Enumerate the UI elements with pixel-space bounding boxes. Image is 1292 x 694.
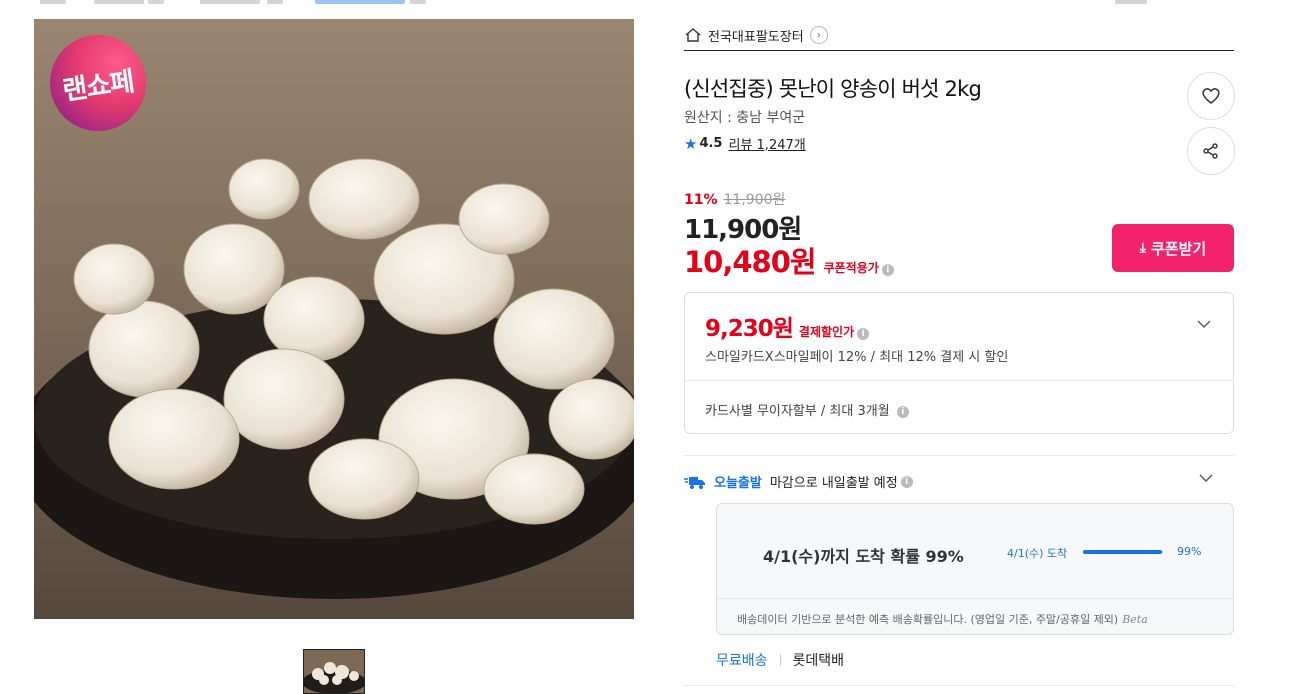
chevron-down-icon[interactable]: [1197, 317, 1211, 331]
carrier-name: 롯데택배: [792, 653, 845, 669]
info-icon[interactable]: i: [900, 475, 913, 488]
delivery-prediction-box: 4/1(수)까지 도착 확률 99% 4/1(수) 도착 99% 배송데이터 기…: [716, 503, 1234, 635]
star-icon: ★: [684, 134, 698, 153]
benefit-divider: [685, 380, 1233, 381]
delivery-info-row: 무료배송 롯데택배: [716, 650, 844, 670]
prediction-divider: [717, 598, 1233, 599]
coupon-price: 10,480원: [684, 245, 817, 279]
delivery-separator: [779, 654, 781, 666]
prediction-percent: 99%: [1177, 545, 1202, 558]
share-icon: [1203, 143, 1218, 159]
home-icon: [685, 28, 701, 42]
installment-row: 카드사별 무이자할부 / 최대 3개월 i: [705, 400, 909, 419]
store-name: 전국대표팔도장터: [708, 29, 804, 45]
prediction-note: 배송데이터 기반으로 분석한 예측 배송확률입니다. (영업일 기준, 주말/공…: [737, 611, 1148, 627]
heart-icon: [1202, 88, 1220, 104]
today-shipping-label: 오늘출발: [714, 476, 762, 491]
installment-text: 카드사별 무이자할부 / 최대 3개월: [705, 404, 890, 419]
product-origin: 원산지 : 충남 부여군: [684, 110, 806, 126]
info-icon[interactable]: i: [896, 405, 909, 418]
original-price: 11,900원: [723, 192, 786, 208]
discount-percent: 11%: [684, 192, 718, 208]
product-rating: ★ 4.5 리뷰 1,247개: [684, 134, 806, 154]
review-count-link[interactable]: 리뷰 1,247개: [728, 134, 805, 153]
top-nav-strip: [0, 0, 1292, 6]
today-shipping-text: 마감으로 내일출발 예정: [769, 476, 898, 491]
beta-label: Beta: [1122, 613, 1148, 626]
download-icon: ⤓: [1139, 240, 1146, 256]
prediction-note-text: 배송데이터 기반으로 분석한 예측 배송확률입니다. (영업일 기준, 주말/공…: [737, 613, 1119, 626]
info-icon[interactable]: i: [857, 328, 870, 340]
prediction-headline: 4/1(수)까지 도착 확률 99%: [763, 547, 964, 566]
payment-discount-price: 9,230원: [705, 316, 794, 342]
truck-icon: [684, 476, 705, 489]
product-thumbnail[interactable]: [303, 649, 365, 694]
today-shipping-row: 오늘출발 마감으로 내일출발 예정 i: [684, 472, 913, 491]
rating-score: 4.5: [699, 136, 723, 151]
store-divider: [684, 50, 1234, 51]
payment-discount-row: 9,230원 결제할인가 i: [705, 309, 870, 343]
share-button[interactable]: [1187, 127, 1235, 175]
payment-discount-desc: 스마일카드X스마일페이 12% / 최대 12% 결제 시 할인: [705, 350, 1009, 365]
prediction-bar-fill: [1083, 550, 1163, 554]
payment-discount-label: 결제할인가: [798, 325, 855, 339]
chevron-down-icon[interactable]: [1199, 471, 1213, 485]
section-divider: [684, 455, 1234, 456]
coupon-price-row: 10,480원 쿠폰적용가 i: [684, 239, 894, 281]
coupon-price-label: 쿠폰적용가: [823, 261, 879, 275]
promo-badge: 랜쇼페: [50, 35, 146, 131]
payment-benefit-box[interactable]: 9,230원 결제할인가 i 스마일카드X스마일페이 12% / 최대 12% …: [684, 292, 1234, 434]
prediction-bar-label: 4/1(수) 도착: [1007, 547, 1068, 560]
coupon-button-label: 쿠폰받기: [1151, 239, 1207, 258]
product-title: (신선집중) 못난이 양송이 버섯 2kg: [684, 77, 982, 101]
info-icon[interactable]: i: [881, 264, 894, 276]
discount-row: 11% 11,900원: [684, 189, 785, 209]
coupon-download-button[interactable]: ⤓ 쿠폰받기: [1112, 224, 1234, 272]
prediction-bar: [1083, 550, 1163, 554]
store-link[interactable]: 전국대표팔도장터 ›: [684, 20, 828, 50]
section-divider: [684, 685, 1234, 686]
wishlist-button[interactable]: [1187, 72, 1235, 120]
chevron-right-icon: ›: [809, 26, 828, 44]
free-shipping-label[interactable]: 무료배송: [716, 650, 768, 670]
